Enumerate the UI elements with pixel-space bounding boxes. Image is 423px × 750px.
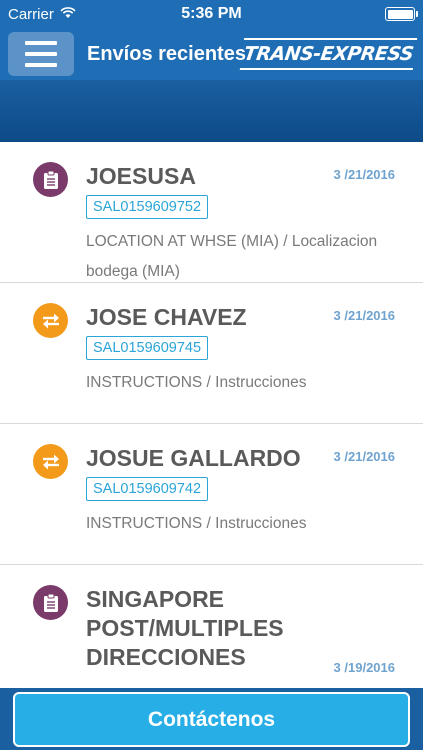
tracking-number-badge: SAL0159609752: [86, 195, 209, 219]
clipboard-icon: [33, 162, 68, 197]
shipment-row[interactable]: JOESUSA 3 /21/2016 SAL0159609752 LOCATIO…: [0, 142, 423, 283]
shipment-row[interactable]: SINGAPORE POST/MULTIPLES DIRECCIONES 3 /…: [0, 565, 423, 688]
shipment-date: 3 /21/2016: [333, 308, 395, 323]
battery-icon: [385, 7, 418, 21]
recipient-name: JOSE CHAVEZ: [86, 304, 247, 330]
shipment-status: INSTRUCTIONS / Instrucciones: [86, 374, 307, 391]
shipment-row[interactable]: JOSE CHAVEZ 3 /21/2016 SAL0159609745 INS…: [0, 283, 423, 424]
carrier-group: Carrier: [8, 6, 76, 23]
header-band: [0, 80, 423, 142]
shipments-list[interactable]: JOESUSA 3 /21/2016 SAL0159609752 LOCATIO…: [0, 142, 423, 688]
transfer-arrows-icon: [33, 444, 68, 479]
shipment-date: 3 /19/2016: [333, 660, 395, 675]
contact-button[interactable]: Contáctenos: [13, 692, 410, 747]
clipboard-icon: [33, 585, 68, 620]
status-bar: Carrier 5:36 PM: [0, 0, 423, 28]
shipment-date: 3 /21/2016: [333, 167, 395, 182]
brand-logo: TRANS-EXPRESS: [239, 38, 418, 70]
menu-button[interactable]: [8, 32, 74, 76]
tracking-number-badge: SAL0159609745: [86, 336, 209, 360]
footer-bar: Contáctenos: [0, 688, 423, 750]
recipient-name: JOSUE GALLARDO: [86, 445, 301, 471]
tracking-number-badge: SAL0159609742: [86, 477, 209, 501]
hamburger-icon-line: [25, 41, 57, 45]
navigation-bar: Envíos recientes TRANS-EXPRESS: [0, 28, 423, 80]
recipient-name: SINGAPORE POST/MULTIPLES DIRECCIONES: [86, 586, 284, 670]
shipment-status: INSTRUCTIONS / Instrucciones: [86, 515, 307, 532]
hamburger-icon-line: [25, 52, 57, 56]
shipment-date: 3 /21/2016: [333, 449, 395, 464]
carrier-label: Carrier: [8, 5, 54, 23]
recipient-name: JOESUSA: [86, 163, 196, 189]
shipment-row[interactable]: JOSUE GALLARDO 3 /21/2016 SAL0159609742 …: [0, 424, 423, 565]
wifi-icon: [60, 6, 76, 23]
page-title: Envíos recientes: [87, 42, 246, 65]
shipment-status: LOCATION AT WHSE (MIA) / Localizacion bo…: [86, 233, 378, 280]
hamburger-icon-line: [25, 63, 57, 67]
transfer-arrows-icon: [33, 303, 68, 338]
